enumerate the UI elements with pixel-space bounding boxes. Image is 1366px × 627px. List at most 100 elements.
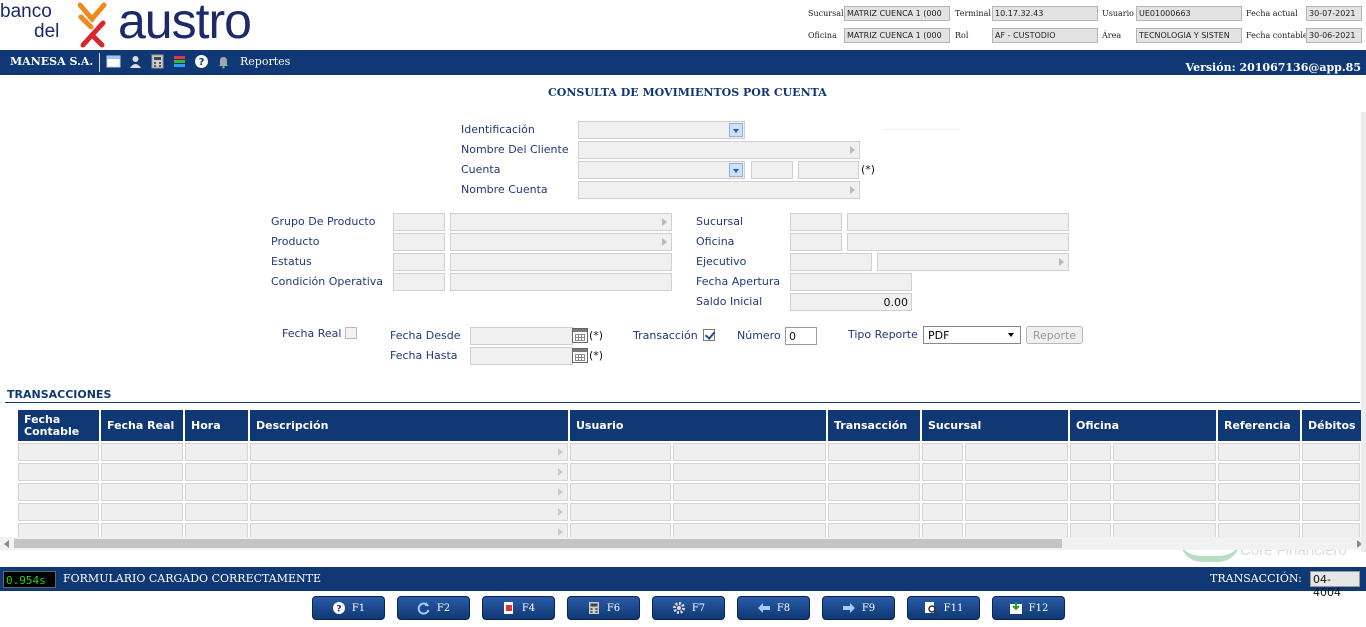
table-cell[interactable] xyxy=(18,463,99,481)
scroll-left-icon[interactable] xyxy=(4,540,9,548)
f7-settings-button[interactable]: F7 xyxy=(652,596,725,620)
table-cell[interactable] xyxy=(101,463,183,481)
table-cell[interactable] xyxy=(101,503,183,521)
table-cell[interactable] xyxy=(185,443,248,461)
help-icon[interactable]: ? xyxy=(194,54,209,69)
chevron-down-icon[interactable] xyxy=(729,163,743,177)
reporte-button[interactable]: Reporte xyxy=(1026,326,1083,344)
f8-previous-button[interactable]: F8 xyxy=(737,596,810,620)
table-cell[interactable] xyxy=(965,463,1068,481)
column-header-hora[interactable]: Hora xyxy=(185,410,250,441)
column-header-oficina[interactable]: Oficina xyxy=(1070,410,1218,441)
tipo-reporte-select[interactable]: PDF xyxy=(923,326,1021,344)
table-cell[interactable] xyxy=(828,503,920,521)
column-header-descripcion[interactable]: Descripción xyxy=(250,410,570,441)
table-cell[interactable] xyxy=(828,523,920,538)
table-cell[interactable] xyxy=(1113,443,1216,461)
chevron-down-icon[interactable] xyxy=(729,123,743,137)
table-cell[interactable] xyxy=(1070,483,1111,501)
producto-code-field[interactable] xyxy=(393,233,445,251)
table-cell[interactable] xyxy=(1218,483,1300,501)
nombre-cliente-field[interactable] xyxy=(578,141,860,159)
column-header-fecha-real[interactable]: Fecha Real xyxy=(101,410,185,441)
cuenta-digit-field[interactable] xyxy=(798,161,859,179)
identificacion-select[interactable] xyxy=(578,121,745,139)
fecha-real-checkbox[interactable] xyxy=(345,327,357,339)
f9-next-button[interactable]: F9 xyxy=(822,596,895,620)
column-header-sucursal[interactable]: Sucursal xyxy=(922,410,1070,441)
table-cell[interactable] xyxy=(570,503,671,521)
table-cell[interactable] xyxy=(570,443,671,461)
table-cell[interactable] xyxy=(673,483,826,501)
fecha-hasta-field[interactable] xyxy=(470,347,573,365)
table-cell[interactable] xyxy=(965,483,1068,501)
table-cell[interactable] xyxy=(1302,463,1360,481)
table-cell[interactable] xyxy=(1218,443,1300,461)
table-cell[interactable] xyxy=(922,463,963,481)
table-cell[interactable] xyxy=(185,463,248,481)
table-cell[interactable] xyxy=(250,503,568,521)
column-header-referencia[interactable]: Referencia xyxy=(1218,410,1302,441)
calculator-icon[interactable] xyxy=(150,54,165,69)
oficina-name-field[interactable] xyxy=(847,233,1069,251)
table-cell[interactable] xyxy=(250,463,568,481)
cuenta-select[interactable] xyxy=(578,161,745,179)
table-cell[interactable] xyxy=(922,443,963,461)
table-cell[interactable] xyxy=(828,463,920,481)
horizontal-scrollbar[interactable] xyxy=(0,537,1366,550)
f4-document-button[interactable]: F4 xyxy=(482,596,555,620)
cuenta-number-field[interactable] xyxy=(751,161,793,179)
table-cell[interactable] xyxy=(101,483,183,501)
nombre-cuenta-field[interactable] xyxy=(578,181,860,199)
calendar-icon[interactable] xyxy=(572,328,588,343)
column-header-usuario[interactable]: Usuario xyxy=(570,410,828,441)
table-cell[interactable] xyxy=(1302,483,1360,501)
table-cell[interactable] xyxy=(922,503,963,521)
sucursal-name-field[interactable] xyxy=(847,213,1069,231)
reports-menu[interactable]: Reportes xyxy=(240,55,290,68)
f11-search-button[interactable]: F11 xyxy=(907,596,980,620)
table-cell[interactable] xyxy=(1070,523,1111,538)
chevron-down-icon[interactable] xyxy=(1005,328,1019,342)
producto-name-field[interactable] xyxy=(450,233,672,251)
ejecutivo-code-field[interactable] xyxy=(790,253,872,271)
table-cell[interactable] xyxy=(673,503,826,521)
f2-refresh-button[interactable]: F2 xyxy=(397,596,470,620)
fecha-apertura-field[interactable] xyxy=(790,273,912,291)
table-cell[interactable] xyxy=(673,443,826,461)
table-cell[interactable] xyxy=(1070,443,1111,461)
table-cell[interactable] xyxy=(250,483,568,501)
transaccion-checkbox[interactable] xyxy=(703,329,715,341)
table-cell[interactable] xyxy=(1070,503,1111,521)
f12-save-button[interactable]: F12 xyxy=(992,596,1065,620)
calendar-icon[interactable] xyxy=(572,348,588,363)
table-cell[interactable] xyxy=(570,463,671,481)
scrollbar-thumb[interactable] xyxy=(14,539,1062,548)
table-cell[interactable] xyxy=(250,523,568,538)
table-cell[interactable] xyxy=(1113,483,1216,501)
table-cell[interactable] xyxy=(185,503,248,521)
condicion-operativa-name-field[interactable] xyxy=(450,273,672,291)
table-cell[interactable] xyxy=(1113,463,1216,481)
estatus-code-field[interactable] xyxy=(393,253,445,271)
f1-help-button[interactable]: ? F1 xyxy=(312,596,385,620)
table-cell[interactable] xyxy=(965,443,1068,461)
column-header-debitos[interactable]: Débitos xyxy=(1302,410,1362,441)
users-icon[interactable] xyxy=(128,54,143,69)
books-icon[interactable] xyxy=(172,54,187,69)
sucursal-code-field[interactable] xyxy=(790,213,842,231)
estatus-name-field[interactable] xyxy=(450,253,672,271)
table-cell[interactable] xyxy=(673,463,826,481)
table-cell[interactable] xyxy=(1070,463,1111,481)
table-cell[interactable] xyxy=(828,443,920,461)
f6-calculator-button[interactable]: F6 xyxy=(567,596,640,620)
table-cell[interactable] xyxy=(1302,443,1360,461)
table-cell[interactable] xyxy=(250,443,568,461)
table-cell[interactable] xyxy=(18,523,99,538)
table-cell[interactable] xyxy=(185,483,248,501)
table-cell[interactable] xyxy=(673,523,826,538)
table-cell[interactable] xyxy=(922,523,963,538)
condicion-operativa-code-field[interactable] xyxy=(393,273,445,291)
numero-field[interactable]: 0 xyxy=(785,327,817,345)
table-cell[interactable] xyxy=(101,443,183,461)
